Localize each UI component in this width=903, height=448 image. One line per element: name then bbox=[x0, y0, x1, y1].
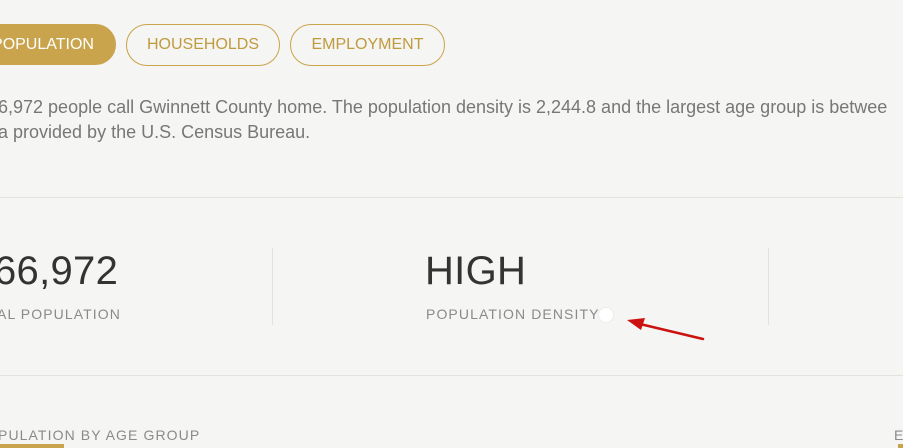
total-population-label: AL POPULATION bbox=[0, 306, 121, 322]
tab-employment[interactable]: EMPLOYMENT bbox=[290, 24, 445, 66]
info-icon[interactable] bbox=[598, 307, 614, 323]
population-density-value: HIGH bbox=[425, 249, 527, 293]
annotation-arrow-icon bbox=[627, 318, 705, 341]
age-group-underline bbox=[0, 444, 64, 448]
tab-population[interactable]: POPULATION bbox=[0, 24, 116, 65]
right-section-label: E bbox=[894, 427, 903, 443]
population-description: 6,972 people call Gwinnett County home. … bbox=[0, 95, 903, 145]
right-section-underline bbox=[898, 444, 903, 448]
population-density-label: POPULATION DENSITY bbox=[426, 306, 600, 322]
section-divider-top bbox=[0, 197, 903, 198]
stat-divider-1 bbox=[272, 248, 273, 325]
total-population-value: 66,972 bbox=[0, 249, 119, 293]
description-line-2: a provided by the U.S. Census Bureau. bbox=[0, 122, 311, 142]
stat-divider-2 bbox=[768, 248, 769, 325]
tab-households[interactable]: HOUSEHOLDS bbox=[126, 24, 280, 66]
age-group-section-label: PULATION BY AGE GROUP bbox=[0, 427, 201, 443]
description-line-1: 6,972 people call Gwinnett County home. … bbox=[0, 97, 888, 117]
section-divider-bottom bbox=[0, 375, 903, 376]
